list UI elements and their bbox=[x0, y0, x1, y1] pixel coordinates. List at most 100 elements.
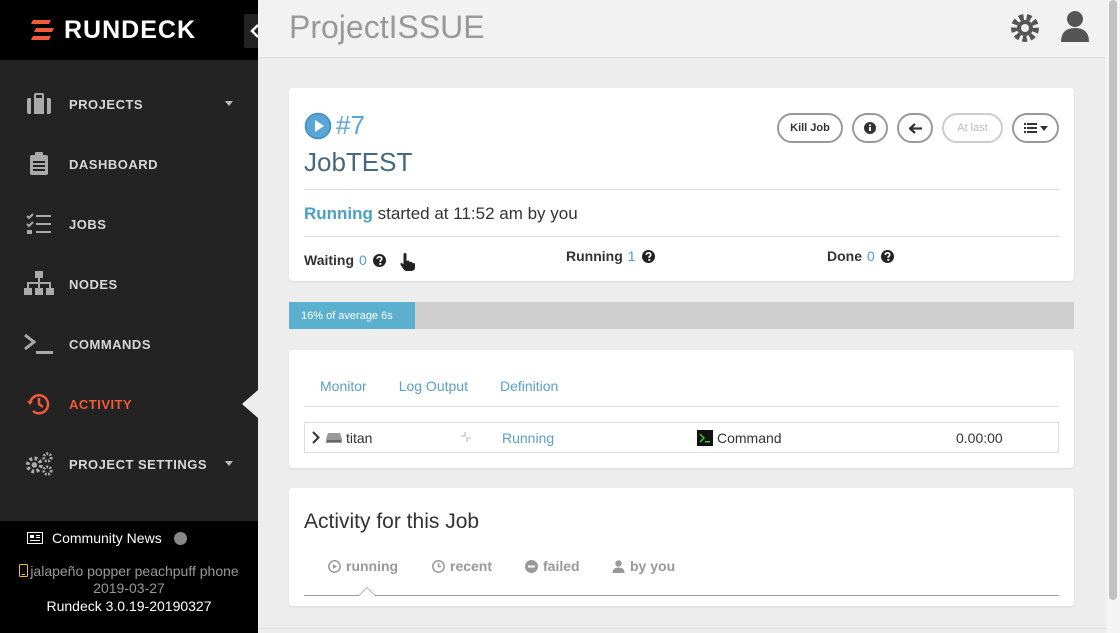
sitemap-icon bbox=[24, 269, 54, 299]
tab-log-output[interactable]: Log Output bbox=[383, 378, 484, 406]
user-icon[interactable] bbox=[1060, 10, 1090, 44]
sidebar-item-label: JOBS bbox=[69, 216, 107, 232]
brand-name: RUNDECK bbox=[64, 15, 196, 44]
tab-definition[interactable]: Definition bbox=[484, 378, 574, 406]
clipboard-icon bbox=[24, 149, 54, 179]
tab-by-you[interactable]: by you bbox=[612, 558, 675, 574]
terminal-icon bbox=[24, 329, 54, 359]
question-icon[interactable] bbox=[641, 249, 655, 263]
status-badge: Running bbox=[304, 204, 373, 223]
sidebar-item-label: DASHBOARD bbox=[69, 156, 158, 172]
divider bbox=[304, 236, 1059, 237]
tab-failed[interactable]: failed bbox=[525, 558, 580, 574]
scrollbar[interactable] bbox=[1106, 0, 1120, 633]
user-icon bbox=[612, 559, 625, 573]
output-panel: Monitor Log Output Definition titan Runn… bbox=[289, 350, 1074, 468]
version-date: 2019-03-27 bbox=[93, 580, 165, 596]
community-news-label: Community News bbox=[52, 530, 162, 546]
footer-divider bbox=[258, 628, 1106, 629]
actions-menu-button[interactable] bbox=[1012, 113, 1059, 143]
brand[interactable]: RUNDECK bbox=[0, 0, 258, 60]
sidebar-item-label: ACTIVITY bbox=[69, 396, 133, 412]
version-info: jalapeño popper peachpuff phone 2019-03-… bbox=[0, 555, 258, 633]
execution-toolbar: Kill Job At last bbox=[777, 113, 1059, 143]
history-icon bbox=[24, 389, 54, 419]
page-title[interactable]: ProjectISSUE bbox=[289, 9, 485, 46]
chevron-down-icon bbox=[225, 101, 233, 106]
play-circle-icon bbox=[328, 559, 341, 573]
output-tabs: Monitor Log Output Definition bbox=[304, 378, 1059, 407]
top-header: ProjectISSUE bbox=[258, 0, 1106, 58]
server-icon bbox=[326, 433, 342, 443]
newspaper-icon bbox=[27, 532, 43, 544]
progress-fill: 16% of average 6s bbox=[289, 302, 415, 329]
tab-monitor[interactable]: Monitor bbox=[304, 378, 383, 406]
active-indicator bbox=[242, 390, 258, 418]
sidebar-item-activity[interactable]: ACTIVITY bbox=[0, 374, 258, 434]
play-circle-icon bbox=[304, 112, 332, 139]
info-icon bbox=[864, 122, 876, 134]
sidebar-item-dashboard[interactable]: DASHBOARD bbox=[0, 134, 258, 194]
sidebar-item-project-settings[interactable]: PROJECT SETTINGS bbox=[0, 434, 258, 494]
rundeck-logo-icon bbox=[31, 20, 54, 40]
kill-job-button[interactable]: Kill Job bbox=[777, 113, 843, 143]
phone-icon bbox=[19, 564, 29, 577]
gears-icon bbox=[24, 449, 54, 479]
version-number: Rundeck 3.0.19-20190327 bbox=[46, 598, 212, 614]
news-status-dot bbox=[173, 531, 187, 545]
sidebar-item-commands[interactable]: COMMANDS bbox=[0, 314, 258, 374]
sidebar-item-label: COMMANDS bbox=[69, 336, 151, 352]
sidebar-item-label: NODES bbox=[69, 276, 118, 292]
execution-number[interactable]: #7 bbox=[304, 110, 365, 141]
running-count: Running 1 bbox=[566, 248, 655, 264]
chevron-down-icon bbox=[225, 461, 233, 466]
status-detail: started at 11:52 am by you bbox=[372, 204, 578, 223]
activity-panel: Activity for this Job running recent fai… bbox=[289, 488, 1074, 606]
gear-icon[interactable] bbox=[1008, 11, 1042, 45]
question-icon[interactable] bbox=[372, 253, 386, 267]
execution-status: Running started at 11:52 am by you bbox=[304, 204, 578, 224]
job-name[interactable]: JobTEST bbox=[304, 147, 412, 178]
sidebar-item-jobs[interactable]: JOBS bbox=[0, 194, 258, 254]
execution-panel: #7 JobTEST Kill Job At last Running star… bbox=[289, 88, 1074, 281]
scrollbar-thumb[interactable] bbox=[1109, 0, 1117, 600]
chevron-right-icon[interactable] bbox=[312, 431, 320, 444]
version-codename: jalapeño popper peachpuff phone bbox=[0, 563, 258, 579]
clock-icon bbox=[432, 559, 445, 573]
step-label: Command bbox=[717, 430, 782, 446]
sidebar-footer: Community News jalapeño popper peachpuff… bbox=[0, 521, 258, 633]
node-row[interactable]: titan Running Command 0.00:00 bbox=[304, 422, 1059, 453]
tab-running[interactable]: running bbox=[328, 558, 398, 574]
activity-tabs: running recent failed by you bbox=[304, 558, 1059, 596]
sidebar-nav: PROJECTS DASHBOARD JOBS NODES COMMANDS A… bbox=[0, 74, 258, 494]
terminal-icon bbox=[697, 430, 713, 446]
waiting-count: Waiting 0 bbox=[304, 248, 417, 272]
arrow-left-icon bbox=[908, 122, 922, 134]
node-duration: 0.00:00 bbox=[956, 430, 1003, 446]
list-icon bbox=[1023, 123, 1037, 133]
progress-bar: 16% of average 6s bbox=[289, 302, 1074, 329]
info-button[interactable] bbox=[852, 113, 888, 143]
collapse-arrows-icon bbox=[461, 432, 471, 442]
sidebar-item-projects[interactable]: PROJECTS bbox=[0, 74, 258, 134]
community-news-link[interactable]: Community News bbox=[0, 521, 258, 555]
node-name: titan bbox=[346, 430, 373, 446]
sidebar-item-label: PROJECTS bbox=[69, 96, 144, 112]
hand-pointer-icon bbox=[400, 253, 415, 271]
briefcase-icon bbox=[24, 89, 54, 119]
checklist-icon bbox=[24, 209, 54, 239]
back-button[interactable] bbox=[897, 113, 933, 143]
chevron-down-icon bbox=[1039, 125, 1048, 131]
node-status: Running bbox=[502, 430, 555, 446]
sidebar-item-label: PROJECT SETTINGS bbox=[69, 456, 208, 472]
question-icon[interactable] bbox=[880, 249, 894, 263]
done-count: Done 0 bbox=[827, 248, 894, 264]
at-last-button[interactable]: At last bbox=[942, 113, 1003, 143]
divider bbox=[304, 189, 1059, 190]
active-tab-indicator bbox=[358, 587, 376, 596]
tab-recent[interactable]: recent bbox=[432, 558, 492, 574]
sidebar: RUNDECK PROJECTS DASHBOARD JOBS NODES CO… bbox=[0, 0, 266, 633]
activity-title: Activity for this Job bbox=[304, 510, 480, 533]
sidebar-item-nodes[interactable]: NODES bbox=[0, 254, 258, 314]
minus-circle-icon bbox=[525, 559, 538, 573]
